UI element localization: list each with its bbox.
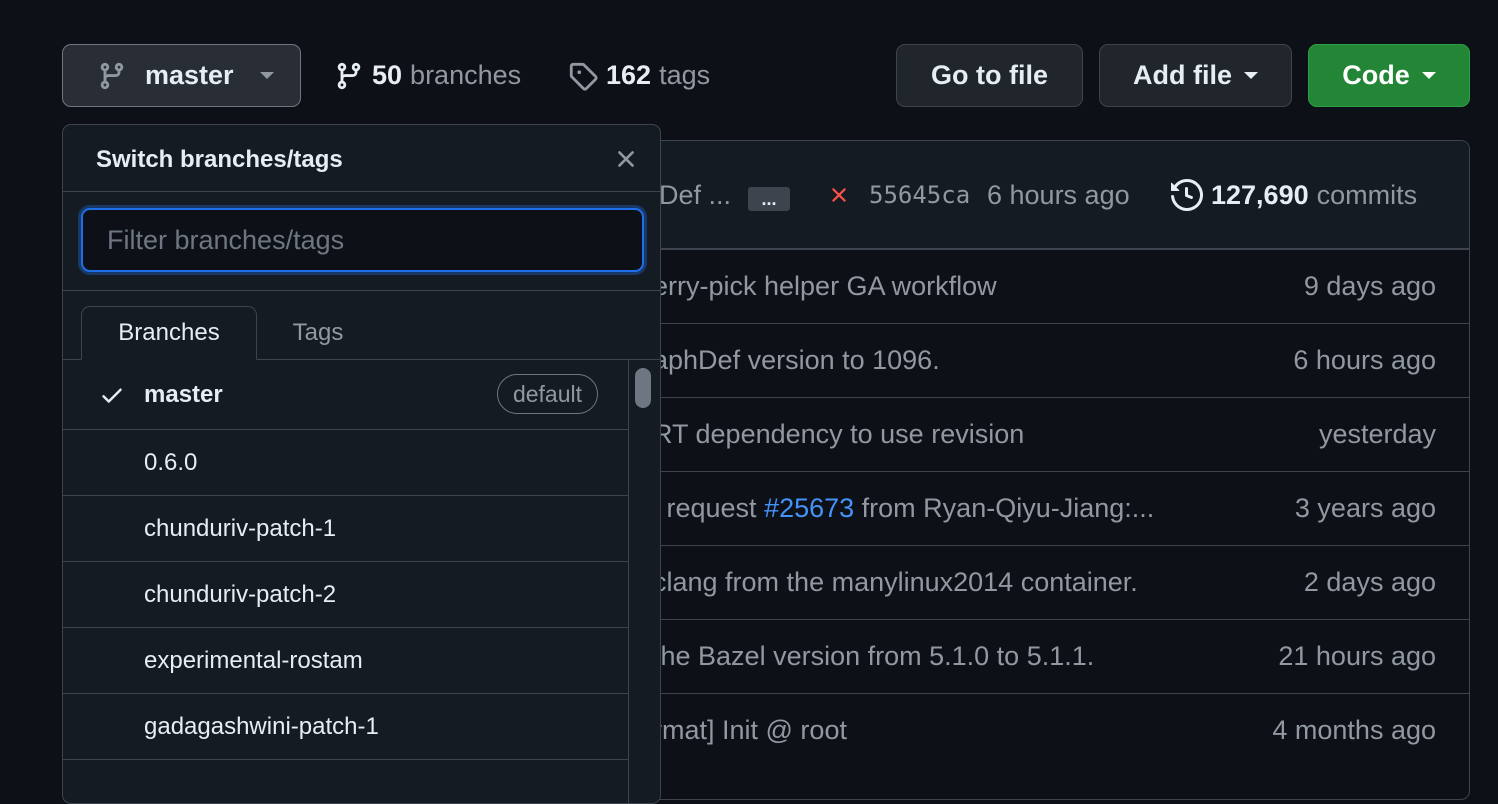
file-commit-age: 3 years ago <box>1294 493 1436 523</box>
branches-label: branches <box>410 60 522 90</box>
dropdown-header: Switch branches/tags <box>63 125 660 192</box>
file-commit-age: 6 hours ago <box>1293 345 1436 375</box>
branch-item[interactable]: gadagashwini-patch-1 <box>63 694 630 760</box>
branch-name: 0.6.0 <box>144 448 198 476</box>
file-commit-age: 4 months ago <box>1272 715 1436 745</box>
scrollbar-thumb[interactable] <box>635 368 651 408</box>
filter-branches-input[interactable] <box>81 208 644 272</box>
branch-item-master[interactable]: master default <box>63 360 630 430</box>
branch-select-label: master <box>145 60 234 90</box>
branch-name: master <box>144 380 223 408</box>
file-commit-message[interactable]: l request #25673 from Ryan-Qiyu-Jiang:..… <box>653 493 1154 524</box>
default-badge: default <box>496 374 598 414</box>
tags-link[interactable]: 162 tags <box>568 44 710 107</box>
repo-toolbar: master 50 branches 162 tags Go to file A… <box>62 44 1470 108</box>
git-branch-icon <box>100 62 124 89</box>
tags-label: tags <box>659 60 711 90</box>
branch-item[interactable]: experimental-rostam <box>63 628 630 694</box>
commit-age: 6 hours ago <box>987 179 1130 210</box>
chevron-down-icon <box>1421 72 1436 79</box>
file-commit-message[interactable]: rmat] Init @ root <box>653 715 847 746</box>
add-file-button[interactable]: Add file <box>1099 44 1292 107</box>
file-commit-message[interactable]: the Bazel version from 5.1.0 to 5.1.1. <box>653 641 1094 672</box>
branch-item[interactable]: 0.6.0 <box>63 430 630 496</box>
branch-name: experimental-rostam <box>144 646 363 674</box>
commits-link[interactable]: 127,690 commits <box>1171 141 1417 249</box>
commits-count: 127,690 <box>1211 179 1309 210</box>
file-commit-age: yesterday <box>1318 419 1436 449</box>
go-to-file-button[interactable]: Go to file <box>896 44 1083 107</box>
dropdown-title: Switch branches/tags <box>96 146 343 173</box>
branch-item[interactable]: chunduriv-patch-2 <box>63 562 630 628</box>
file-commit-message[interactable]: aphDef version to 1096. <box>653 345 940 376</box>
file-commit-age: 21 hours ago <box>1278 641 1436 671</box>
branches-link[interactable]: 50 branches <box>334 44 521 107</box>
branch-name: chunduriv-patch-2 <box>144 580 337 608</box>
close-icon[interactable] <box>612 145 640 173</box>
tab-branches[interactable]: Branches <box>81 306 257 360</box>
commit-message[interactable]: Def ... <box>659 141 731 249</box>
filter-section <box>63 192 660 291</box>
history-icon <box>1171 179 1203 211</box>
branch-name: chunduriv-patch-1 <box>144 514 337 542</box>
code-label: Code <box>1342 60 1410 90</box>
commit-sha[interactable]: 55645ca <box>869 141 970 249</box>
branch-switcher-dropdown: Switch branches/tags Branches Tags maste… <box>62 124 661 804</box>
message-text: from Ryan-Qiyu-Jiang:... <box>854 493 1155 523</box>
tab-tags[interactable]: Tags <box>273 306 363 360</box>
add-file-label: Add file <box>1133 60 1232 90</box>
file-commit-message[interactable]: clang from the manylinux2014 container. <box>653 567 1138 598</box>
file-commit-message[interactable]: RT dependency to use revision <box>653 419 1024 450</box>
tag-icon <box>569 62 598 91</box>
status-failed-icon[interactable] <box>827 141 851 249</box>
branches-count: 50 <box>372 60 403 90</box>
check-icon <box>102 388 122 403</box>
branch-list: master default 0.6.0 chunduriv-patch-1 c… <box>63 360 630 803</box>
code-button[interactable]: Code <box>1308 44 1470 107</box>
message-text: l request <box>653 493 765 523</box>
issue-link[interactable]: #25673 <box>764 493 854 523</box>
branch-tag-tabs: Branches Tags <box>63 291 660 360</box>
chevron-down-icon <box>1244 72 1258 79</box>
branch-name: gadagashwini-patch-1 <box>144 712 379 740</box>
go-to-file-label: Go to file <box>931 60 1048 90</box>
file-commit-message[interactable]: erry-pick helper GA workflow <box>653 271 997 302</box>
branch-item[interactable]: chunduriv-patch-1 <box>63 496 630 562</box>
file-commit-age: 9 days ago <box>1303 271 1436 301</box>
branch-list-scrollbar[interactable] <box>628 360 660 803</box>
tags-count: 162 <box>606 60 652 90</box>
expand-commit-button[interactable]: ... <box>748 187 790 211</box>
chevron-down-icon <box>259 72 274 79</box>
commits-label: commits <box>1316 179 1418 210</box>
file-commit-age: 2 days ago <box>1303 567 1436 597</box>
git-branch-icon <box>337 62 361 89</box>
branch-select-button[interactable]: master <box>62 44 301 107</box>
